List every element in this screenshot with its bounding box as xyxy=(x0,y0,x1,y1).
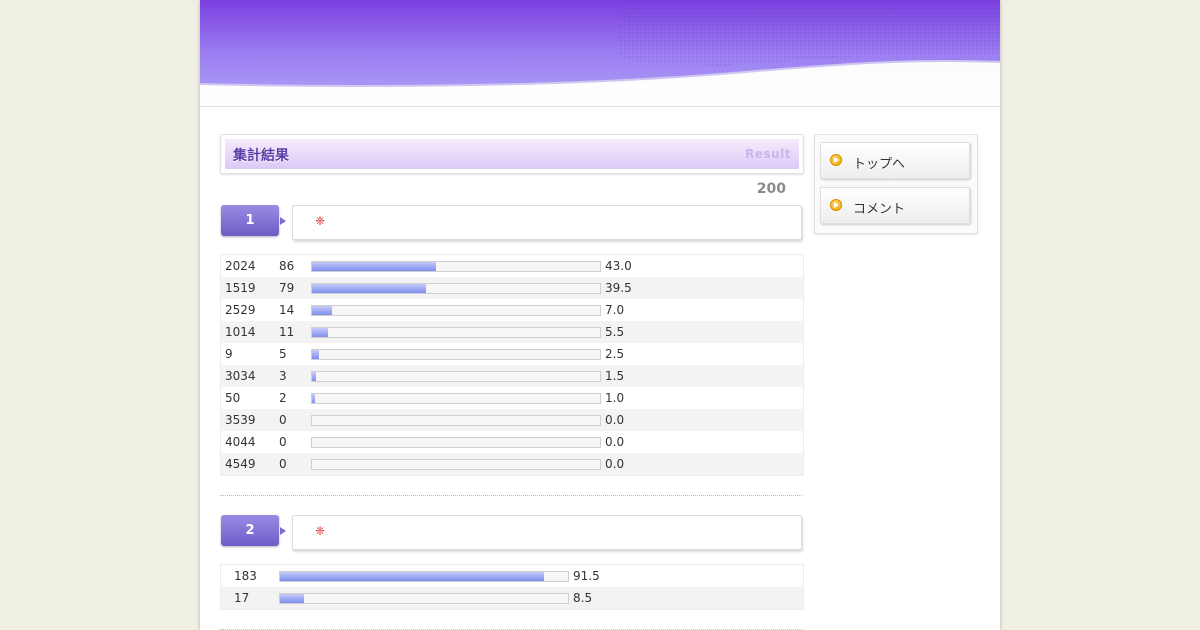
table-row: 2024 86 43.0 xyxy=(221,255,803,277)
row-label: 4044 xyxy=(225,435,256,449)
table-row: 2529 14 7.0 xyxy=(221,299,803,321)
total-count: 200 xyxy=(756,181,786,197)
question-number: 2 xyxy=(221,515,279,546)
table-row: 1014 11 5.5 xyxy=(221,321,803,343)
table-row: 3539 0 0.0 xyxy=(221,409,803,431)
percent-bar-fill xyxy=(312,328,328,337)
row-count: 0 xyxy=(279,413,287,427)
percent-bar xyxy=(311,305,601,316)
nav-top-label: トップへ xyxy=(853,157,906,172)
percent-bar xyxy=(311,327,601,338)
row-label: 1519 xyxy=(225,281,256,295)
table-row: 9 5 2.5 xyxy=(221,343,803,365)
table-row: 1519 79 39.5 xyxy=(221,277,803,299)
sidebar-nav: トップへ コメント xyxy=(814,134,978,234)
row-count: 17 xyxy=(234,591,250,605)
row-percent: 1.0 xyxy=(605,391,625,405)
row-label: 2529 xyxy=(225,303,256,317)
percent-bar xyxy=(311,459,601,470)
row-label: 3539 xyxy=(225,413,256,427)
row-percent: 43.0 xyxy=(605,259,632,273)
percent-bar-fill xyxy=(312,372,317,381)
percent-bar xyxy=(279,571,569,582)
row-percent: 2.5 xyxy=(605,347,625,361)
nav-comment-button[interactable]: コメント xyxy=(820,187,970,224)
percent-bar xyxy=(311,415,601,426)
percent-bar xyxy=(279,593,569,604)
table-row: 4549 0 0.0 xyxy=(221,453,803,475)
percent-bar-fill xyxy=(312,262,436,271)
row-count: 11 xyxy=(279,325,295,339)
site-header xyxy=(200,0,1000,107)
result-table: 2024 86 43.0 1519 79 39.5 2529 14 7.0 1014 11 5.5 9 5… xyxy=(220,254,804,476)
table-row: 4044 0 0.0 xyxy=(221,431,803,453)
row-count: 2 xyxy=(279,391,287,405)
percent-bar xyxy=(311,283,601,294)
row-count: 0 xyxy=(279,435,287,449)
result-table: 183 91.5 17 8.5 xyxy=(220,564,804,610)
row-label: 2024 xyxy=(225,259,256,273)
question-mark-icon: ❈ xyxy=(315,214,326,228)
question-mark-icon: ❈ xyxy=(315,524,326,538)
percent-bar-fill xyxy=(312,306,333,315)
question-box: ❈ xyxy=(292,205,802,240)
table-row: 3034 3 1.5 xyxy=(221,365,803,387)
nav-top-button[interactable]: トップへ xyxy=(820,142,970,179)
percent-bar xyxy=(311,349,601,360)
percent-bar-fill xyxy=(280,594,305,603)
section-divider xyxy=(220,495,802,496)
row-count: 5 xyxy=(279,347,287,361)
percent-bar-fill xyxy=(312,394,315,403)
row-label: 3034 xyxy=(225,369,256,383)
page-container: 集計結果 Result 200 1 ❈ 2024 86 43.0 1519 79 39.5… xyxy=(200,0,1000,630)
table-row: 17 8.5 xyxy=(221,587,803,609)
result-title: 集計結果 xyxy=(233,148,289,164)
row-percent: 1.5 xyxy=(605,369,625,383)
row-label: 50 xyxy=(225,391,241,405)
table-row: 183 91.5 xyxy=(221,565,803,587)
question-box: ❈ xyxy=(292,515,802,550)
row-percent: 8.5 xyxy=(573,591,593,605)
row-percent: 0.0 xyxy=(605,413,625,427)
row-percent: 39.5 xyxy=(605,281,632,295)
percent-bar-fill xyxy=(280,572,544,581)
percent-bar-fill xyxy=(312,284,426,293)
row-percent: 91.5 xyxy=(573,569,600,583)
play-circle-icon xyxy=(830,154,842,166)
row-count: 3 xyxy=(279,369,287,383)
row-label: 9 xyxy=(225,347,233,361)
percent-bar xyxy=(311,393,601,404)
result-subtitle: Result xyxy=(745,147,791,161)
header-wave-graphic xyxy=(200,0,1000,88)
play-circle-icon xyxy=(830,199,842,211)
row-count: 183 xyxy=(234,569,257,583)
row-count: 86 xyxy=(279,259,295,273)
result-title-bar: 集計結果 Result xyxy=(220,134,804,174)
row-percent: 5.5 xyxy=(605,325,625,339)
question-pointer-icon xyxy=(280,217,286,225)
question-number: 1 xyxy=(221,205,279,236)
nav-comment-label: コメント xyxy=(853,202,906,217)
row-count: 79 xyxy=(279,281,295,295)
percent-bar xyxy=(311,437,601,448)
row-label: 1014 xyxy=(225,325,256,339)
row-count: 0 xyxy=(279,457,287,471)
row-label: 4549 xyxy=(225,457,256,471)
row-percent: 0.0 xyxy=(605,457,625,471)
percent-bar xyxy=(311,261,601,272)
percent-bar xyxy=(311,371,601,382)
question-pointer-icon xyxy=(280,527,286,535)
row-count: 14 xyxy=(279,303,295,317)
percent-bar-fill xyxy=(312,350,320,359)
row-percent: 0.0 xyxy=(605,435,625,449)
table-row: 50 2 1.0 xyxy=(221,387,803,409)
row-percent: 7.0 xyxy=(605,303,625,317)
